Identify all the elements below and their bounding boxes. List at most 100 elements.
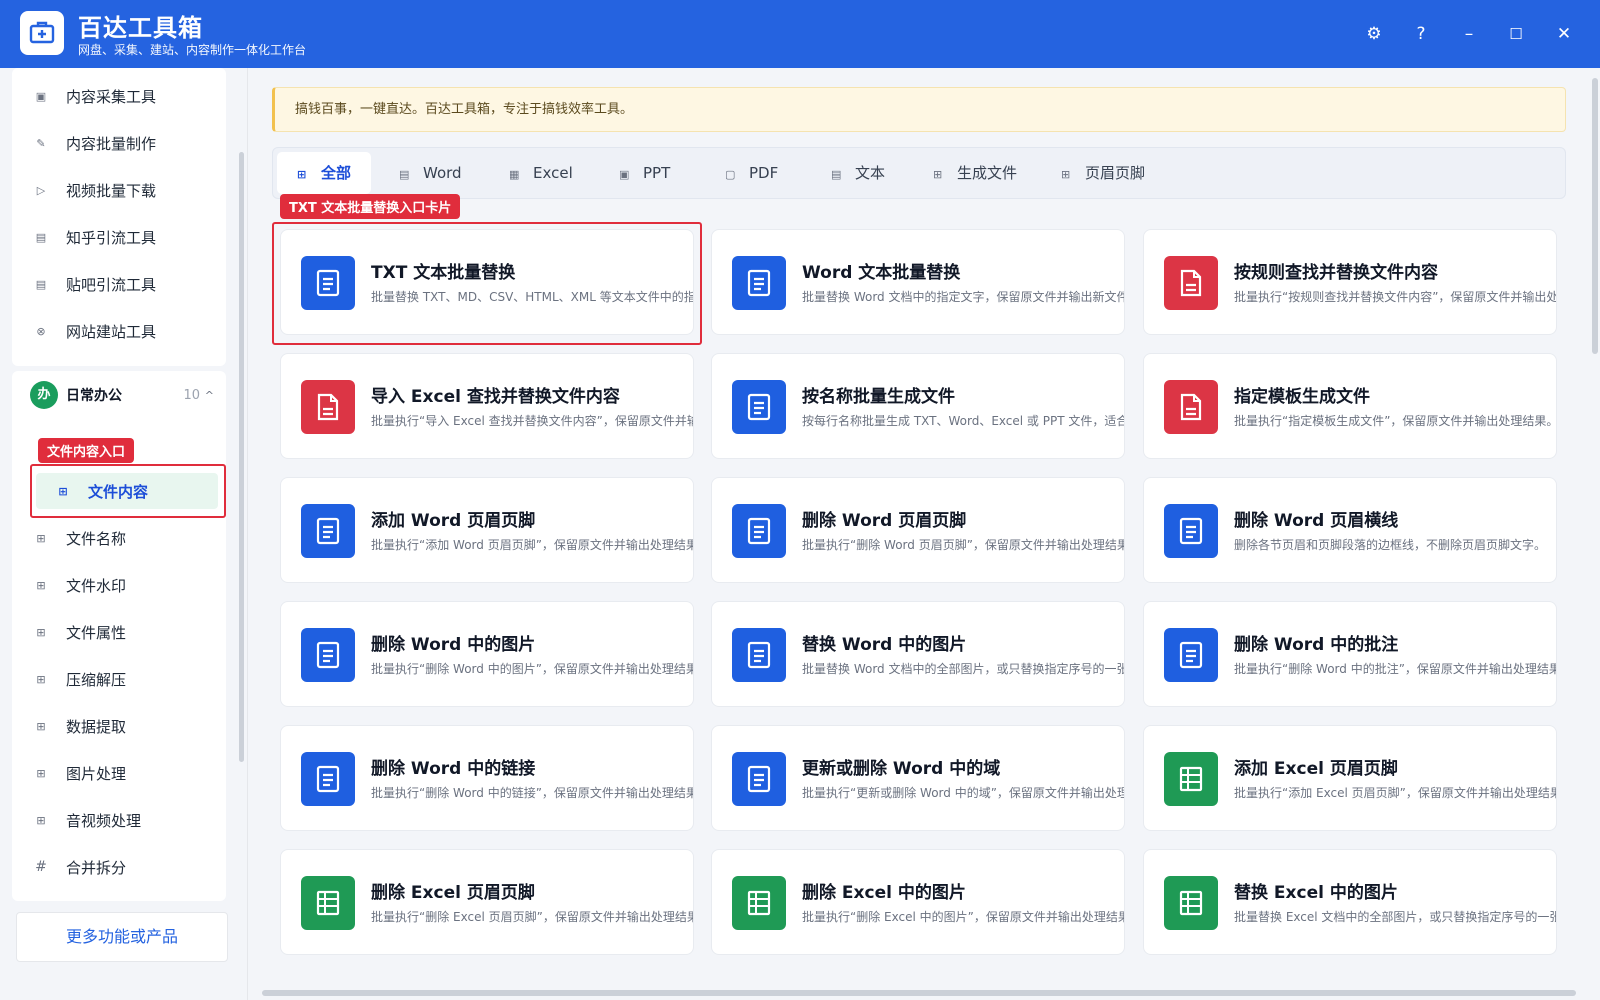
title-bar: 百达工具箱 网盘、采集、建站、内容制作一体化工作台 ⚙ ? – ☐ ✕ (0, 0, 1600, 68)
sidebar-item-file-name[interactable]: ⊞ 文件名称 (30, 520, 210, 556)
sidebar-item-label: 图片处理 (66, 764, 127, 783)
grid-icon: ⊞ (36, 766, 46, 780)
sidebar-item-watermark[interactable]: ⊞ 文件水印 (30, 567, 210, 603)
tab-generate[interactable]: ⊞ 生成文件 (913, 152, 1037, 194)
sidebar-item-label: 数据提取 (66, 717, 127, 736)
tool-card[interactable]: 导入 Excel 查找并替换文件内容 批量执行“导入 Excel 查找并替换文件内… (280, 353, 694, 459)
group-count: 10 (183, 387, 200, 403)
sidebar-scrollbar[interactable] (239, 152, 244, 762)
text-icon: ▤ (831, 168, 842, 181)
tab-pdf[interactable]: ▢ PDF (705, 152, 798, 194)
tab-text[interactable]: ▤ 文本 (811, 152, 905, 194)
tool-card[interactable]: 添加 Word 页眉页脚批量执行“添加 Word 页眉页脚”，保留原文件并输出处… (280, 477, 694, 583)
sidebar-item-video[interactable]: ▷ 视频批量下载 (30, 172, 210, 208)
sidebar-item-label: 压缩解压 (66, 670, 127, 689)
sidebar-item-media[interactable]: ⊞ 音视频处理 (30, 802, 210, 838)
tab-header-footer[interactable]: ⊞ 页眉页脚 (1041, 152, 1165, 194)
annotation-tag-txt-card: TXT 文本批量替换入口卡片 (280, 194, 461, 219)
tool-card[interactable]: 添加 Excel 页眉页脚 批量执行“添加 Excel 页眉页脚”，保留原文件并输… (1143, 725, 1557, 831)
card-title: 更新或删除 Word 中的域 (802, 759, 1001, 779)
tool-card[interactable]: 删除 Word 页眉页脚 批量执行“删除 Word 页眉页脚”，保留原文件并输出处… (711, 477, 1125, 583)
sidebar-item-merge-split[interactable]: # 合并拆分 (30, 849, 210, 885)
tab-word[interactable]: ▤ Word (379, 152, 482, 194)
main-vertical-scrollbar[interactable] (1592, 78, 1598, 354)
sidebar-item-label: 知乎引流工具 (66, 228, 157, 247)
doc-icon (1164, 504, 1218, 558)
sidebar-item-file-content[interactable]: ⊞ 文件内容 (36, 473, 218, 509)
sidebar-item-image[interactable]: ⊞ 图片处理 (30, 755, 210, 791)
sidebar-item-batch-make[interactable]: ✎ 内容批量制作 (30, 125, 210, 161)
sidebar-item-tieba[interactable]: ▤ 贴吧引流工具 (30, 266, 210, 302)
card-description: 批量替换 Excel 文档中的全部图片，或只替换指定序号的一张图片。 (1234, 910, 1556, 924)
sidebar-item-label: 网站建站工具 (66, 322, 157, 341)
sidebar-item-collect[interactable]: ▣ 内容采集工具 (30, 78, 210, 114)
grid-icon: ⊞ (58, 484, 68, 498)
card-title: 删除 Excel 中的图片 (802, 883, 966, 903)
sidebar-item-zip[interactable]: ⊞ 压缩解压 (30, 661, 210, 697)
tool-card[interactable]: 按名称批量生成文件 按每行名称批量生成 TXT、Word、Excel 或 PPT … (711, 353, 1125, 459)
grid-icon: ⊞ (1061, 168, 1071, 181)
tool-card[interactable]: Word 文本批量替换 批量替换 Word 文档中的指定文字，保留原文件并输出新文… (711, 229, 1125, 335)
doc-icon: ▤ (399, 168, 410, 181)
collapse-caret-icon[interactable]: ^ (205, 389, 214, 402)
grid-icon: ⊞ (36, 719, 46, 733)
help-icon[interactable]: ? (1409, 22, 1433, 46)
tab-label: 页眉页脚 (1085, 164, 1146, 182)
card-title: 删除 Excel 页眉页脚 (371, 883, 535, 903)
sidebar-group-header[interactable]: 办 日常办公 10 ^ (30, 375, 220, 415)
tieba-icon: ▤ (35, 277, 47, 291)
more-features-button[interactable]: 更多功能或产品 (16, 912, 228, 962)
app-subtitle: 网盘、采集、建站、内容制作一体化工作台 (78, 43, 307, 57)
tab-all[interactable]: ⊞ 全部 (277, 152, 372, 194)
tool-card[interactable]: 删除 Word 页眉横线 删除各节页眉和页脚段落的边框线，不删除页眉页脚文字。 (1143, 477, 1557, 583)
card-description: 批量执行“删除 Excel 页眉页脚”，保留原文件并输出处理结果。 (371, 910, 694, 924)
card-title: 删除 Word 页眉页脚 (802, 511, 967, 531)
main-horizontal-scrollbar[interactable] (262, 990, 1576, 996)
sidebar-item-label: 合并拆分 (66, 858, 127, 877)
tab-label: 生成文件 (957, 164, 1018, 182)
maximize-icon[interactable]: ☐ (1504, 22, 1528, 46)
sidebar-item-file-attr[interactable]: ⊞ 文件属性 (30, 614, 210, 650)
doc-icon (301, 628, 355, 682)
tool-card[interactable]: 删除 Excel 页眉页脚批量执行“删除 Excel 页眉页脚”，保留原文件并输… (280, 849, 694, 955)
tab-label: Excel (533, 164, 573, 182)
sidebar-item-label: 内容批量制作 (66, 134, 157, 153)
video-icon: ▷ (36, 183, 46, 197)
close-icon[interactable]: ✕ (1552, 22, 1576, 46)
card-title: 添加 Word 页眉页脚 (371, 511, 536, 531)
sheet-icon (732, 876, 786, 930)
sidebar-item-data-extract[interactable]: ⊞ 数据提取 (30, 708, 210, 744)
card-title: 按名称批量生成文件 (802, 387, 955, 407)
pdf-icon: ▢ (725, 168, 736, 181)
sidebar-item-label: 贴吧引流工具 (66, 275, 157, 294)
tool-card[interactable]: 替换 Word 中的图片 批量替换 Word 文档中的全部图片，或只替换指定序号的… (711, 601, 1125, 707)
sidebar-item-zhihu[interactable]: ▤ 知乎引流工具 (30, 219, 210, 255)
settings-icon[interactable]: ⚙ (1362, 22, 1386, 46)
app-logo-icon (20, 11, 64, 55)
tool-card[interactable]: 更新或删除 Word 中的域 批量执行“更新或删除 Word 中的域”，保留原文件… (711, 725, 1125, 831)
tool-card[interactable]: 替换 Excel 中的图片 批量替换 Excel 文档中的全部图片，或只替换指定序… (1143, 849, 1557, 955)
tab-excel[interactable]: ▦ Excel (489, 152, 593, 194)
card-title: 删除 Word 中的图片 (371, 635, 536, 655)
card-title: 删除 Word 中的链接 (371, 759, 536, 779)
card-title: 替换 Word 中的图片 (802, 635, 967, 655)
card-description: 批量执行“添加 Word 页眉页脚”，保留原文件并输出处理结果。 (371, 538, 694, 552)
tool-card[interactable]: 删除 Word 中的批注 批量执行“删除 Word 中的批注”，保留原文件并输出处… (1143, 601, 1557, 707)
doc-icon (732, 504, 786, 558)
card-title: 指定模板生成文件 (1234, 387, 1370, 407)
tool-card[interactable]: 删除 Word 中的链接批量执行“删除 Word 中的链接”，保留原文件并输出处… (280, 725, 694, 831)
tool-card[interactable]: 按规则查找并替换文件内容批量执行“按规则查找并替换文件内容”，保留原文件并输出处… (1143, 229, 1557, 335)
tab-label: Word (423, 164, 462, 182)
sidebar-item-label: 内容采集工具 (66, 87, 157, 106)
card-description: 批量执行“删除 Word 中的链接”，保留原文件并输出处理结果。 (371, 786, 694, 800)
tool-card[interactable]: 删除 Excel 中的图片 批量执行“删除 Excel 中的图片”，保留原文件并输… (711, 849, 1125, 955)
zhihu-icon: ▤ (35, 230, 47, 244)
tab-ppt[interactable]: ▣ PPT (599, 152, 690, 194)
sidebar-item-website[interactable]: ⊗ 网站建站工具 (30, 313, 210, 349)
tab-label: 全部 (321, 164, 352, 182)
tool-card[interactable]: 删除 Word 中的图片 批量执行“删除 Word 中的图片”，保留原文件并输出处… (280, 601, 694, 707)
sheet-icon: ▦ (509, 168, 520, 181)
sidebar-item-label: 文件名称 (66, 529, 127, 548)
minimize-icon[interactable]: – (1457, 22, 1481, 46)
tool-card[interactable]: 指定模板生成文件 批量执行“指定模板生成文件”，保留原文件并输出处理结果。 (1143, 353, 1557, 459)
